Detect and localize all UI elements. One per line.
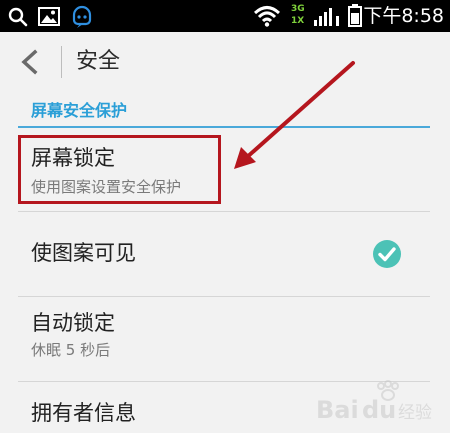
network-type-label: 3G 1X (291, 3, 311, 27)
action-bar-divider (61, 46, 62, 78)
pref-auto-lock[interactable]: 自动锁定 休眠 5 秒后 (0, 297, 450, 381)
action-bar: 安全 (0, 32, 450, 92)
status-bar: 3G 1X 下午8:58 (0, 0, 450, 32)
chevron-left-icon (21, 49, 38, 75)
pattern-visible-checkbox[interactable] (372, 239, 402, 269)
baidu-watermark-logo: Bai du 经验 (316, 380, 432, 424)
svg-text:du: du (362, 396, 396, 424)
pref-title: 使图案可见 (31, 241, 136, 265)
svg-text:Bai: Bai (316, 396, 359, 424)
search-icon (8, 7, 28, 27)
highlight-box (18, 135, 221, 204)
settings-screen: 3G 1X 下午8:58 安全 屏幕安全保护 屏幕锁定 使用图案设置安全保护 使… (0, 0, 450, 433)
network-1x-text: 1X (291, 16, 305, 26)
back-button[interactable] (8, 40, 52, 84)
pref-summary: 休眠 5 秒后 (31, 341, 111, 359)
wifi-icon (253, 6, 281, 27)
signal-icon (314, 8, 339, 26)
section-header: 屏幕安全保护 (31, 101, 128, 120)
battery-icon (348, 4, 362, 27)
page-title: 安全 (76, 49, 121, 74)
network-3g-text: 3G (291, 4, 305, 14)
pref-title: 拥有者信息 (31, 401, 136, 425)
clock-text: 下午8:58 (363, 5, 444, 27)
pref-title: 自动锁定 (31, 311, 115, 335)
svg-text:经验: 经验 (398, 403, 432, 423)
image-icon (38, 7, 60, 26)
chat-bot-icon (72, 5, 92, 28)
